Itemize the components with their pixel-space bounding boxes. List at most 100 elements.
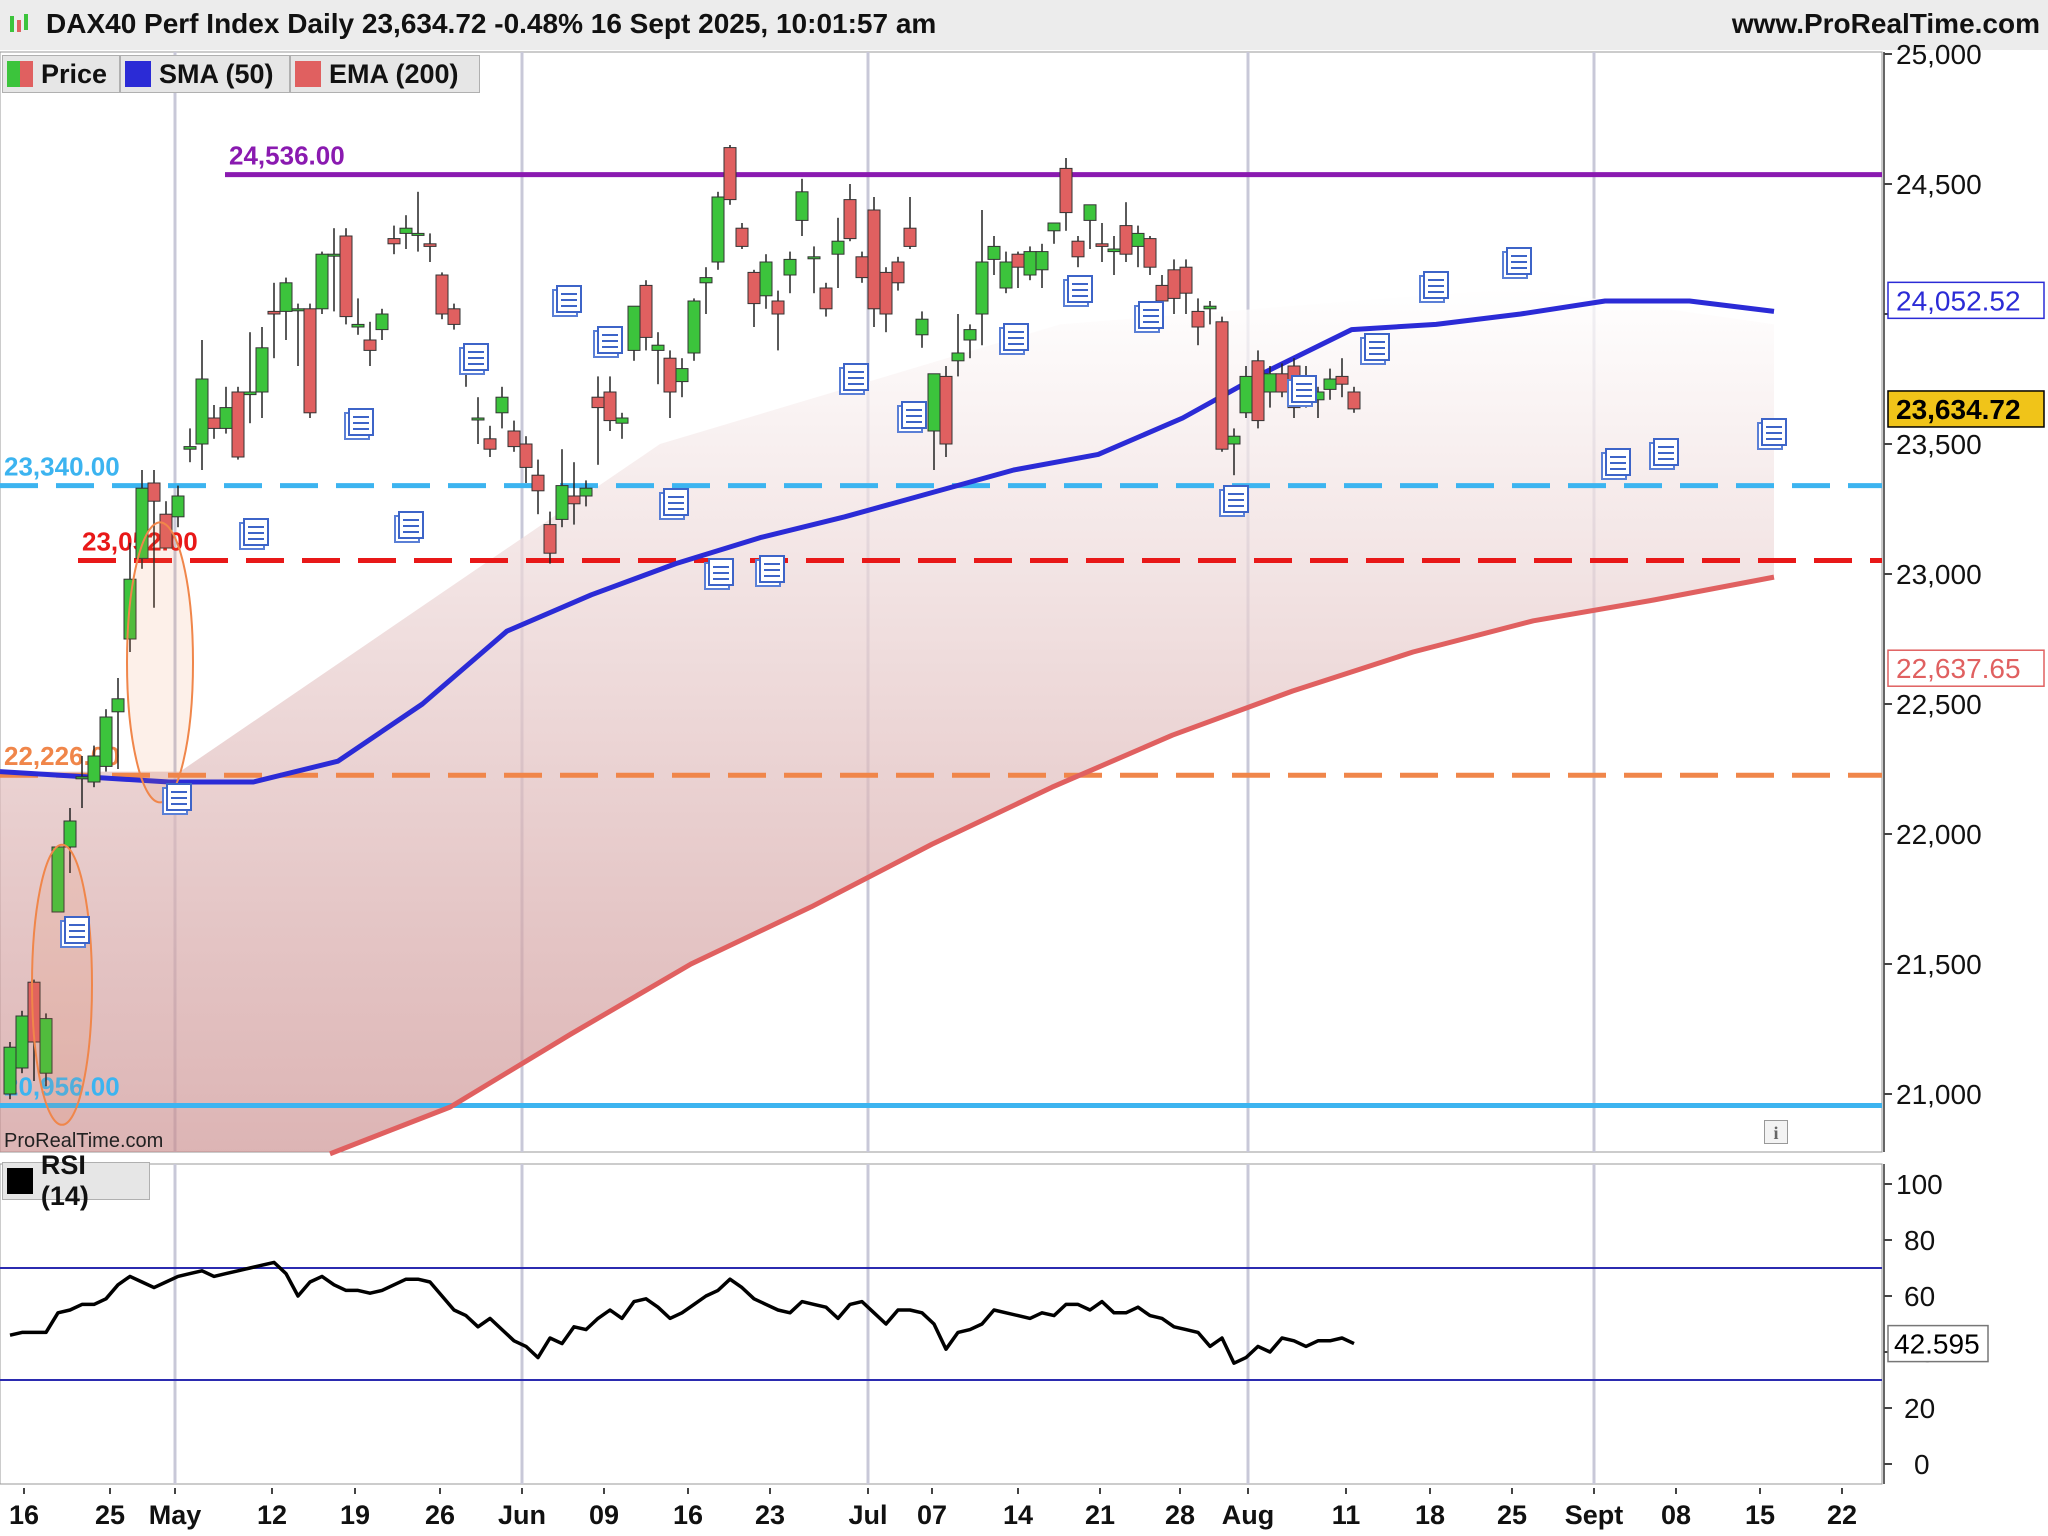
candle-body — [495, 396, 509, 414]
candle-body — [1227, 435, 1241, 445]
candle-body — [939, 375, 953, 445]
candle-body — [1179, 266, 1193, 294]
candle-body — [1275, 373, 1289, 393]
candle-body — [819, 287, 833, 310]
legend-sma[interactable]: SMA (50) — [120, 55, 290, 93]
candle-body — [327, 253, 341, 257]
candle-body — [471, 417, 485, 421]
x-tick-label: 22 — [1827, 1500, 1857, 1530]
candle-body — [1047, 222, 1061, 232]
legend-rsi[interactable]: RSI (14) — [2, 1150, 150, 1211]
candle-body — [483, 438, 497, 450]
candle-body — [75, 776, 89, 780]
candle-body — [747, 271, 761, 305]
x-tick-label: 16 — [673, 1500, 703, 1530]
candle-body — [363, 339, 377, 351]
x-tick-label: Aug — [1222, 1500, 1274, 1530]
candle-body — [1143, 238, 1157, 268]
candle-body — [111, 698, 125, 713]
candle-body — [855, 256, 869, 279]
price-tag-label: 24,052.52 — [1896, 285, 2021, 316]
candle-body — [411, 232, 425, 236]
candle-body — [1215, 321, 1229, 450]
legend-price-label: Price — [41, 58, 108, 89]
candle-body — [231, 391, 245, 458]
news-doc-icon — [1219, 485, 1249, 517]
candle-body — [303, 308, 317, 414]
candle-body — [807, 256, 821, 260]
x-tick-label: 25 — [95, 1500, 125, 1530]
legend-price[interactable]: Price — [2, 55, 120, 93]
legend-rsi-label: RSI (14) — [40, 1150, 89, 1211]
news-doc-icon — [1063, 275, 1093, 307]
candle-body — [255, 347, 269, 393]
x-tick-label: 12 — [257, 1500, 287, 1530]
news-doc-icon — [839, 363, 869, 395]
x-tick-label: 18 — [1415, 1500, 1445, 1530]
candle-body — [387, 238, 401, 245]
candle-body — [1335, 375, 1349, 385]
rsi-y-tick-label: 0 — [1914, 1449, 1930, 1480]
news-doc-icon — [704, 558, 734, 590]
candle-body — [927, 373, 941, 432]
chart-canvas: 24,536.0023,340.0023,052.0022,226.0020,9… — [0, 0, 2048, 1536]
news-doc-icon — [239, 518, 269, 550]
candle-body — [603, 391, 617, 422]
candle-body — [735, 227, 749, 247]
candle-body — [375, 313, 389, 331]
candle-body — [1191, 310, 1205, 328]
y-tick-label: 25,000 — [1896, 39, 1982, 70]
candle-body — [147, 482, 161, 502]
candle-body — [195, 378, 209, 445]
x-tick-label: 23 — [755, 1500, 785, 1530]
candle-body — [651, 344, 665, 351]
news-doc-icon — [593, 326, 623, 358]
news-doc-icon — [162, 783, 192, 815]
sma-swatch-icon — [125, 61, 151, 87]
rsi-swatch-icon — [7, 1168, 33, 1194]
candle-body — [423, 243, 437, 247]
candle-body — [687, 300, 701, 354]
app-logo-icon — [8, 12, 30, 36]
candle-body — [615, 417, 629, 424]
candle-body — [951, 352, 965, 362]
candle-body — [315, 253, 329, 310]
candle-body — [1083, 204, 1097, 221]
candle-body — [1059, 167, 1073, 214]
x-tick-label: 16 — [9, 1500, 39, 1530]
legend-sma-label: SMA (50) — [159, 58, 274, 89]
y-tick-label: 23,500 — [1896, 429, 1982, 460]
candle-body — [567, 495, 581, 505]
x-tick-label: 19 — [340, 1500, 370, 1530]
candle-body — [1203, 305, 1217, 310]
price-tag-label: 22,637.65 — [1896, 653, 2021, 684]
x-tick-label: Jun — [498, 1500, 546, 1530]
news-doc-icon — [1134, 301, 1164, 333]
candle-body — [663, 357, 677, 393]
candle-body — [267, 310, 281, 315]
x-tick-label: 21 — [1085, 1500, 1115, 1530]
candle-body — [999, 261, 1013, 289]
info-icon[interactable]: i — [1764, 1120, 1788, 1144]
candle-body — [279, 282, 293, 312]
rsi-y-tick-label: 100 — [1896, 1169, 1943, 1200]
candle-body — [1107, 248, 1121, 253]
candle-body — [591, 396, 605, 409]
website-label[interactable]: www.ProRealTime.com — [1732, 8, 2040, 40]
candle-body — [723, 147, 737, 201]
legend-ema[interactable]: EMA (200) — [290, 55, 480, 93]
level-label: 23,340.00 — [4, 452, 120, 482]
candle-body — [219, 407, 233, 429]
candle-body — [207, 417, 221, 429]
x-tick-label: May — [149, 1500, 202, 1530]
news-doc-icon — [1502, 247, 1532, 279]
x-tick-label: 15 — [1745, 1500, 1775, 1530]
news-doc-icon — [999, 323, 1029, 355]
candle-body — [1011, 253, 1025, 268]
news-doc-icon — [1649, 438, 1679, 470]
candle-body — [987, 245, 1001, 260]
candle-body — [435, 274, 449, 315]
candle-body — [975, 261, 989, 315]
candle-body — [1251, 360, 1265, 422]
level-label: 24,536.00 — [229, 141, 345, 171]
